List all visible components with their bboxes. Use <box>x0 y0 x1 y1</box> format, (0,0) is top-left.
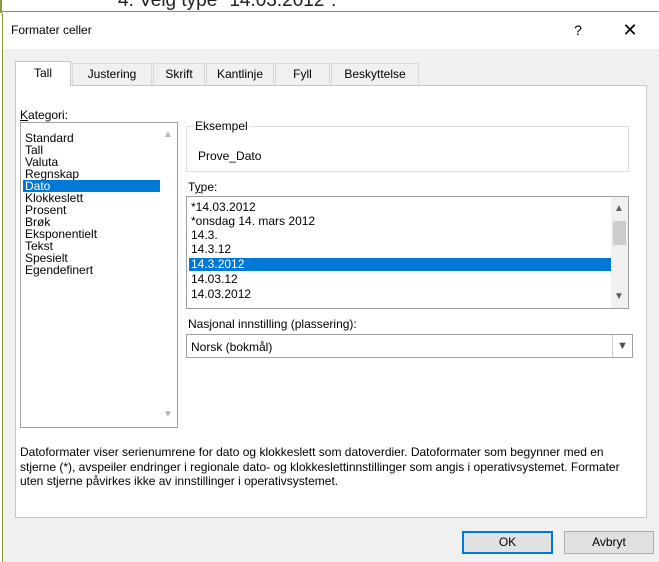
type-scrollbar[interactable]: ▲ ▼ <box>611 197 628 308</box>
format-cells-dialog: Formater celler ? ✕ Tall Justering Skrif… <box>2 13 659 562</box>
tab-fyll[interactable]: Fyll <box>275 63 330 85</box>
category-item-standard[interactable]: Standard <box>23 132 160 144</box>
type-list[interactable]: *14.03.2012 *onsdag 14. mars 2012 14.3. … <box>186 196 629 309</box>
locale-select[interactable]: Norsk (bokmål) ▼ <box>186 334 633 358</box>
tab-justering[interactable]: Justering <box>72 63 152 85</box>
example-legend: Eksempel <box>193 119 250 133</box>
type-item[interactable]: 14.03.12 <box>189 273 621 286</box>
locale-select-value: Norsk (bokmål) <box>191 340 273 354</box>
dialog-titlebar: Formater celler ? ✕ <box>3 13 659 49</box>
type-item[interactable]: 14.3.12 <box>189 243 621 256</box>
ok-button[interactable]: OK <box>462 531 553 554</box>
tab-skrift[interactable]: Skrift <box>153 63 205 85</box>
tab-beskyttelse[interactable]: Beskyttelse <box>331 63 419 85</box>
cancel-button[interactable]: Avbryt <box>564 531 654 554</box>
category-scrollbar[interactable]: ▲ ▼ <box>160 123 177 427</box>
category-list[interactable]: Standard Tall Valuta Regnskap Dato Klokk… <box>20 122 178 428</box>
type-item-selected[interactable]: 14.3.2012 <box>189 258 621 271</box>
background-instruction-text: 4. Velg type "14.03.2012". <box>118 0 337 11</box>
type-label: Type: <box>188 180 218 194</box>
locale-label: Nasjonal innstilling (plassering): <box>188 317 357 331</box>
help-button[interactable]: ? <box>567 19 589 41</box>
chevron-down-icon[interactable]: ▼ <box>160 407 176 423</box>
description-text: Datoformater viser serienumrene for dato… <box>20 445 620 488</box>
type-item[interactable]: 14.3. <box>189 229 621 242</box>
background-document-strip: 4. Velg type "14.03.2012". <box>0 0 659 13</box>
tab-panel-tall: Kategori: Standard Tall Valuta Regnskap … <box>15 85 647 518</box>
chevron-up-icon[interactable]: ▲ <box>160 127 176 143</box>
type-item[interactable]: *14.03.2012 <box>189 201 621 214</box>
chevron-down-icon[interactable]: ▼ <box>612 335 632 357</box>
chevron-down-icon[interactable]: ▼ <box>611 289 627 305</box>
chevron-up-icon[interactable]: ▲ <box>611 201 627 217</box>
example-value: Prove_Dato <box>198 149 262 163</box>
type-item[interactable]: 14.03.2012 <box>189 288 621 301</box>
example-group: Eksempel Prove_Dato <box>186 119 629 172</box>
dialog-title: Formater celler <box>11 23 92 37</box>
type-scroll-thumb[interactable] <box>613 221 626 245</box>
category-label: Kategori: <box>20 108 69 122</box>
tab-kantlinje[interactable]: Kantlinje <box>206 63 274 85</box>
type-item[interactable]: *onsdag 14. mars 2012 <box>189 215 621 228</box>
category-item-egendefinert[interactable]: Egendefinert <box>23 264 160 276</box>
tab-tall[interactable]: Tall <box>15 61 71 86</box>
close-button[interactable]: ✕ <box>615 17 645 43</box>
